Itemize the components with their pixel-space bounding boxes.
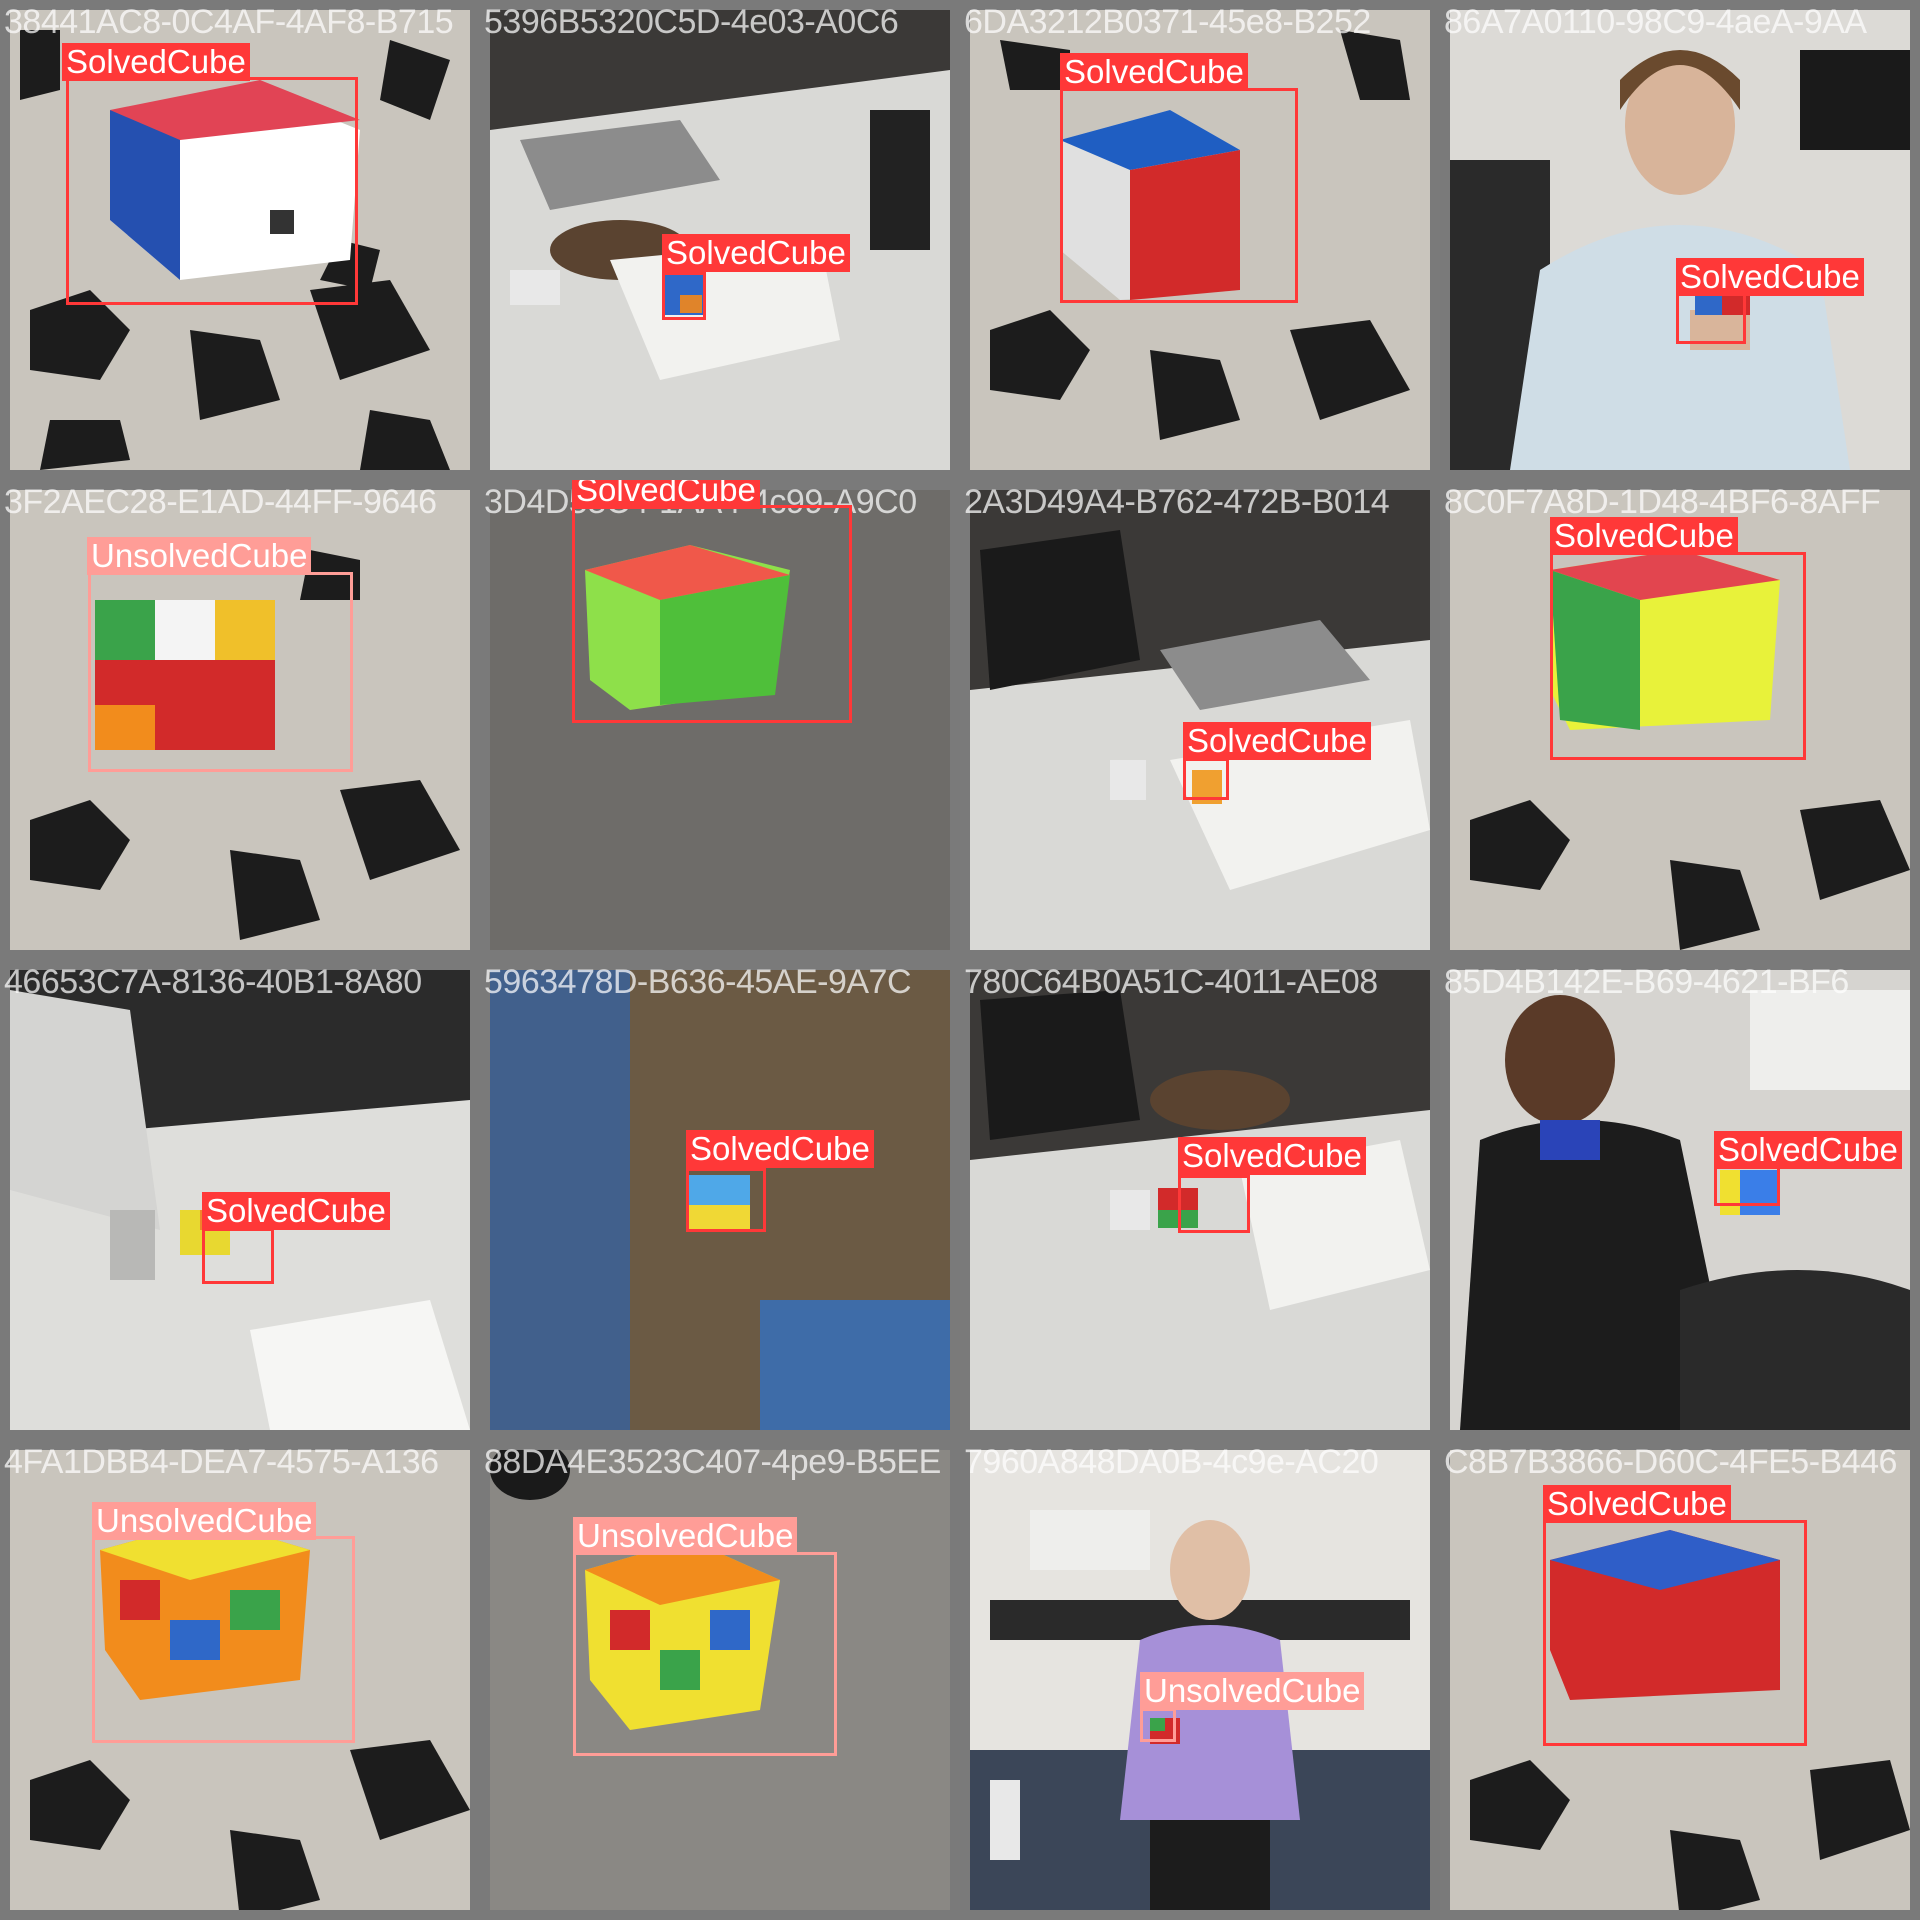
mosaic-tile: 86A7A0110-98C9-4aeA-9AA SolvedCube [1440,0,1920,480]
image-filename: 85D4B142E-B69-4621-BF6 [1444,963,1849,1001]
image-filename: 46653C7A-8136-40B1-8A80 [4,963,422,1001]
mosaic-tile: 4FA1DBB4-DEA7-4575-A136 UnsolvedCube [0,1440,480,1920]
detection-label: SolvedCube [1183,722,1371,760]
mosaic-tile: 8C0F7A8D-1D48-4BF6-8AFF SolvedCube [1440,480,1920,960]
mosaic-tile: 46653C7A-8136-40B1-8A80 SolvedCube [0,960,480,1440]
mosaic-tile: 85D4B142E-B69-4621-BF6 SolvedCube [1440,960,1920,1440]
image-filename: C8B7B3866-D60C-4FE5-B446 [1444,1443,1897,1481]
detection-label: SolvedCube [572,480,760,509]
bounding-box [686,1168,766,1232]
photo-person [1450,970,1910,1430]
image-filename: 86A7A0110-98C9-4aeA-9AA [1444,3,1867,41]
image-filename: 3F2AEC28-E1AD-44FF-9646 [4,483,437,521]
bounding-box [92,1536,355,1743]
image-filename: 38441AC8-0C4AF-4AF8-B715 [4,3,454,41]
image-filename: 2A3D49A4-B762-472B-B014 [964,483,1390,521]
mosaic-tile: 88DA4E3523C407-4pe9-B5EE UnsolvedCube [480,1440,960,1920]
bounding-box [1060,88,1298,303]
image-filename: 88DA4E3523C407-4pe9-B5EE [484,1443,941,1481]
detection-label: SolvedCube [1178,1137,1366,1175]
photo [970,490,1430,950]
mosaic-tile: 6DA3212B0371-45e8-B252 SolvedCube [960,0,1440,480]
image-filename: 5963478D-B636-45AE-9A7C [484,963,912,1001]
detection-label: SolvedCube [686,1130,874,1168]
detection-label: SolvedCube [662,234,850,272]
detection-label: SolvedCube [1060,53,1248,91]
mosaic-tile: 5396B5320C5D-4e03-A0C6 SolvedCube [480,0,960,480]
bounding-box [572,505,852,723]
bounding-box [1714,1166,1780,1206]
mosaic-tile: 7960A848DA0B-4c9e-AC20 UnsolvedCube [960,1440,1440,1920]
bounding-box [202,1228,274,1284]
detection-label: SolvedCube [1676,258,1864,296]
image-filename: 5396B5320C5D-4e03-A0C6 [484,3,899,41]
bounding-box [662,272,706,320]
detection-label: SolvedCube [202,1192,390,1230]
detection-label: SolvedCube [62,43,250,81]
bounding-box [1550,552,1806,760]
photo [1450,10,1910,470]
image-filename: 780C64B0A51C-4011-AE08 [964,963,1378,1001]
bounding-box [1676,292,1746,344]
mosaic-tile: 780C64B0A51C-4011-AE08 SolvedCube [960,960,1440,1440]
mosaic-tile: 3D4D58C4-1AA4-4c99-A9C0 SolvedCube [480,480,960,960]
bounding-box [66,77,358,305]
detection-label: SolvedCube [1714,1131,1902,1169]
bounding-box [1140,1708,1176,1742]
bounding-box [1178,1175,1250,1233]
detection-label: SolvedCube [1550,517,1738,555]
image-filename: 7960A848DA0B-4c9e-AC20 [964,1443,1379,1481]
bounding-box [573,1552,837,1756]
image-mosaic: 38441AC8-0C4AF-4AF8-B715 SolvedCube 5396… [0,0,1920,1920]
photo-desk [970,490,1430,950]
detection-label: UnsolvedCube [87,537,312,575]
image-filename: 6DA3212B0371-45e8-B252 [964,3,1371,41]
detection-label: UnsolvedCube [92,1502,317,1540]
detection-label: UnsolvedCube [1140,1672,1365,1710]
bounding-box [88,572,353,772]
bounding-box [1183,758,1229,800]
image-filename: 8C0F7A8D-1D48-4BF6-8AFF [1444,483,1881,521]
photo [1450,970,1910,1430]
mosaic-tile: 3F2AEC28-E1AD-44FF-9646 UnsolvedCube [0,480,480,960]
detection-label: SolvedCube [1543,1485,1731,1523]
image-filename: 4FA1DBB4-DEA7-4575-A136 [4,1443,439,1481]
mosaic-tile: 5963478D-B636-45AE-9A7C SolvedCube [480,960,960,1440]
mosaic-tile: 38441AC8-0C4AF-4AF8-B715 SolvedCube [0,0,480,480]
mosaic-tile: C8B7B3866-D60C-4FE5-B446 SolvedCube [1440,1440,1920,1920]
mosaic-tile: 2A3D49A4-B762-472B-B014 SolvedCube [960,480,1440,960]
photo-person [1450,10,1910,470]
bounding-box [1543,1520,1807,1746]
detection-label: UnsolvedCube [573,1517,798,1555]
